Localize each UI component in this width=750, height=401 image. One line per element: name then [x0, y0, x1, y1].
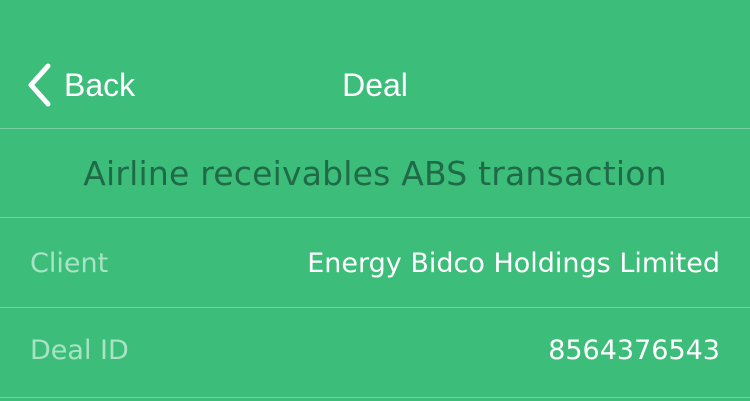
deal-name-row: Airline receivables ABS transaction [0, 129, 750, 218]
client-label: Client [30, 248, 109, 279]
client-value: Energy Bidco Holdings Limited [307, 248, 720, 279]
deal-name: Airline receivables ABS transaction [83, 153, 667, 193]
deal-id-value: 8564376543 [548, 335, 720, 366]
deal-detail-screen: Back Deal Airline receivables ABS transa… [0, 0, 750, 401]
deal-id-row: Deal ID 8564376543 [0, 308, 750, 398]
deal-id-label: Deal ID [30, 335, 129, 366]
navigation-bar: Back Deal [0, 0, 750, 129]
client-row: Client Energy Bidco Holdings Limited [0, 218, 750, 308]
page-title: Deal [342, 67, 408, 103]
